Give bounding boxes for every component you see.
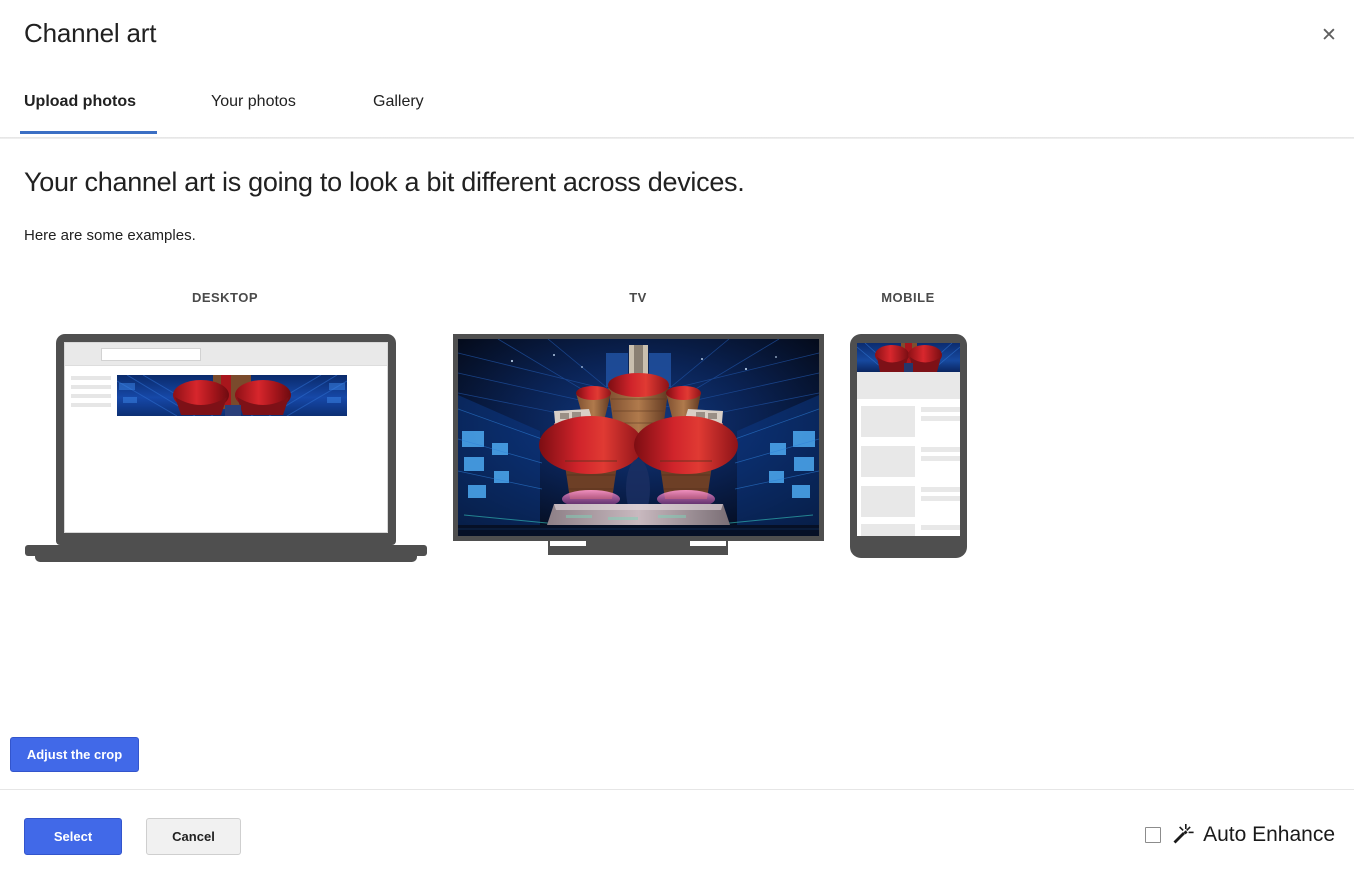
list-item bbox=[857, 483, 960, 520]
phone-screen bbox=[857, 343, 960, 536]
laptop-screen bbox=[64, 342, 388, 533]
channel-art-banner-desktop bbox=[117, 375, 347, 416]
tab-upload-photos[interactable]: Upload photos bbox=[24, 84, 136, 134]
mobile-preview bbox=[850, 334, 967, 558]
text-placeholder bbox=[921, 487, 960, 505]
tv-stand-notch-left bbox=[550, 541, 586, 546]
body-heading: Your channel art is going to look a bit … bbox=[24, 167, 745, 197]
phone-header-placeholder bbox=[857, 372, 960, 399]
tv-frame bbox=[453, 334, 824, 541]
tab-gallery[interactable]: Gallery bbox=[373, 84, 424, 134]
page-title: Channel art bbox=[24, 18, 157, 48]
adjust-crop-button[interactable]: Adjust the crop bbox=[10, 737, 139, 772]
body-subheading: Here are some examples. bbox=[24, 227, 196, 244]
text-placeholder bbox=[921, 447, 960, 465]
magic-wand-icon bbox=[1173, 824, 1194, 844]
phone-body bbox=[850, 334, 967, 558]
preview-label-tv: TV bbox=[629, 290, 647, 305]
text-placeholder bbox=[921, 525, 960, 534]
tab-bar: Upload photos Your photos Gallery bbox=[0, 84, 1354, 136]
footer-divider bbox=[0, 789, 1354, 790]
channel-art-banner-tv bbox=[458, 339, 819, 536]
list-item bbox=[857, 403, 960, 440]
tv-stand bbox=[548, 545, 728, 555]
channel-art-dialog: Channel art ✕ Upload photos Your photos … bbox=[0, 0, 1354, 880]
tv-stand-notch-right bbox=[690, 541, 726, 546]
sidebar-placeholder bbox=[71, 376, 111, 412]
desktop-preview bbox=[25, 334, 427, 562]
tab-your-photos[interactable]: Your photos bbox=[211, 84, 296, 134]
tv-preview bbox=[453, 334, 824, 562]
header-divider bbox=[0, 137, 1354, 139]
auto-enhance-control: Auto Enhance bbox=[1145, 818, 1335, 852]
auto-enhance-checkbox[interactable] bbox=[1145, 827, 1162, 843]
laptop-hinge bbox=[35, 555, 417, 562]
thumbnail-placeholder bbox=[861, 406, 915, 437]
thumbnail-placeholder bbox=[861, 446, 915, 477]
auto-enhance-label: Auto Enhance bbox=[1203, 823, 1335, 846]
cancel-button[interactable]: Cancel bbox=[146, 818, 241, 855]
thumbnail-placeholder bbox=[861, 524, 915, 536]
list-item bbox=[857, 521, 960, 536]
thumbnail-placeholder bbox=[861, 486, 915, 517]
close-icon[interactable]: ✕ bbox=[1314, 20, 1344, 50]
laptop-lid bbox=[56, 334, 396, 545]
preview-label-desktop: DESKTOP bbox=[191, 290, 259, 305]
active-tab-indicator bbox=[20, 131, 157, 134]
browser-url-field bbox=[101, 348, 201, 361]
channel-art-banner-mobile bbox=[857, 343, 960, 372]
select-button[interactable]: Select bbox=[24, 818, 122, 855]
text-placeholder bbox=[921, 407, 960, 425]
list-item bbox=[857, 443, 960, 480]
preview-label-mobile: MOBILE bbox=[881, 290, 935, 305]
